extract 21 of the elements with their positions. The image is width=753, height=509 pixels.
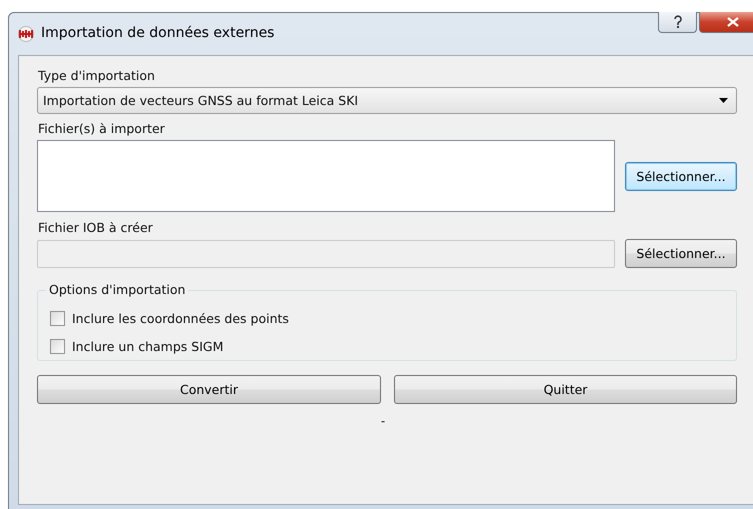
field-label: Fichier(s) à importer: [38, 121, 166, 136]
close-button[interactable]: [699, 12, 753, 33]
checkbox[interactable]: [50, 339, 65, 354]
app-logo-icon: [17, 26, 35, 42]
dropdown-arrow-icon: [719, 98, 728, 103]
field-label: Type d'importation: [38, 68, 156, 83]
help-icon: [672, 15, 682, 29]
field-label: Fichier IOB à créer: [38, 220, 154, 235]
import-type-dropdown[interactable]: Importation de vecteurs GNSS au format Leica SKI: [37, 87, 737, 114]
window-title: Importation de données externes: [41, 25, 274, 41]
file-list[interactable]: [37, 140, 615, 212]
quit-button[interactable]: Quitter: [394, 375, 737, 404]
group-title: Options d'importation: [46, 282, 188, 297]
checkbox[interactable]: [50, 311, 65, 326]
select-button[interactable]: Sélectionner...: [625, 162, 737, 190]
convert-button[interactable]: Convertir: [37, 375, 381, 404]
status-text: -: [380, 414, 386, 428]
checkbox-label: Inclure les coordonnées des points: [72, 311, 289, 326]
checkbox-label: Inclure un champs SIGM: [72, 339, 224, 354]
help-button[interactable]: [658, 12, 697, 33]
close-icon: [727, 17, 739, 27]
